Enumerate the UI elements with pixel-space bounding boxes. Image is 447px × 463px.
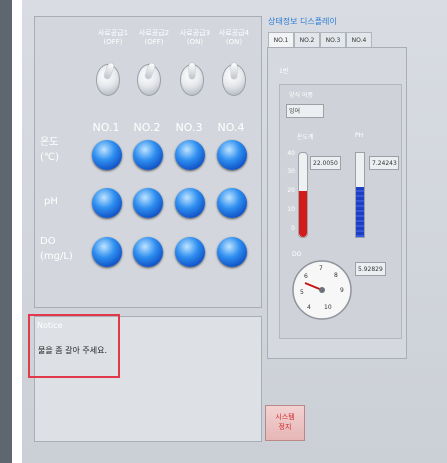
led-ph-3 [175, 188, 205, 218]
thermo-tick-0: 0 [291, 225, 295, 232]
supply-switch-1[interactable] [96, 62, 120, 96]
channel-label-2: NO.2 [133, 121, 161, 134]
system-stop-button[interactable]: 시스템 정지 [265, 405, 305, 441]
switch-lever-icon [231, 63, 237, 79]
do-label: DO [292, 251, 302, 258]
supply-label-3: 사료공급3 (ON) [179, 29, 211, 46]
supply-switch-4[interactable] [222, 63, 246, 96]
channel-label-4: NO.4 [217, 121, 245, 134]
dial-tick-9: 9 [340, 287, 344, 294]
switch-lever-icon [144, 62, 156, 80]
switch-lever-icon [103, 62, 115, 80]
supply-label-2: 사료공급2 (OFF) [138, 29, 170, 46]
led-temp-4 [217, 140, 247, 170]
tab-no2[interactable]: NO.2 [294, 32, 320, 48]
ph-gauge [355, 152, 365, 238]
ph-gauge-label: PH [355, 132, 364, 139]
ph-value: 7.24243 [369, 156, 399, 170]
supply-label-1: 사료공급1 (OFF) [97, 29, 129, 46]
led-do-1 [92, 237, 122, 267]
channel-label-1: NO.1 [92, 121, 120, 134]
led-temp-3 [175, 140, 205, 170]
thermo-tick-20: 20 [287, 187, 295, 194]
row-label-temp: 온도 (℃) [40, 137, 60, 163]
left-frame-edge [0, 0, 12, 463]
do-value: 5.92829 [355, 262, 386, 276]
dial-tick-5: 5 [300, 289, 304, 296]
frame-gap [12, 0, 22, 463]
switch-lever-icon [189, 63, 195, 79]
dial-tick-4: 4 [307, 304, 311, 311]
thermo-tick-30: 30 [287, 168, 295, 175]
row-label-ph: pH [44, 196, 58, 207]
temperature-value: 22.0050 [310, 156, 341, 170]
led-ph-4 [217, 188, 247, 218]
thermo-tick-10: 10 [287, 206, 295, 213]
channel-label-3: NO.3 [175, 121, 203, 134]
thermometer-level [299, 190, 307, 237]
thermo-tick-40: 40 [287, 150, 295, 157]
led-do-2 [133, 237, 163, 267]
tab-no4[interactable]: NO.4 [346, 32, 372, 48]
tab-no3[interactable]: NO.3 [320, 32, 346, 48]
supply-label-4: 사료공급4 (ON) [218, 29, 250, 46]
ph-level [356, 186, 364, 237]
notice-highlight-box [28, 314, 120, 378]
status-display-title: 상태정보 디스플레이 [268, 17, 337, 26]
led-do-3 [175, 237, 205, 267]
feed-species-label: 양식 어종 [289, 92, 313, 99]
led-temp-2 [133, 140, 163, 170]
feed-species-value: 잉어 [286, 104, 324, 118]
led-temp-1 [92, 140, 122, 170]
thermometer-label: 온도계 [297, 134, 314, 141]
supply-switch-2[interactable] [137, 62, 161, 96]
row-label-do: DO (mg/L) [40, 236, 73, 262]
led-ph-2 [133, 188, 163, 218]
led-do-4 [217, 237, 247, 267]
supply-switch-3[interactable] [180, 63, 204, 96]
do-dial-gauge: 4 5 6 7 8 9 10 [292, 260, 352, 320]
dial-hub [319, 287, 325, 293]
dial-tick-10: 10 [324, 304, 332, 311]
section-label: 1번 [279, 68, 289, 75]
system-stop-label: 시스템 정지 [275, 413, 295, 431]
dial-tick-7: 7 [319, 265, 323, 272]
dial-tick-6: 6 [304, 273, 308, 280]
dial-tick-8: 8 [334, 272, 338, 279]
led-ph-1 [92, 188, 122, 218]
tab-no1[interactable]: NO.1 [268, 32, 294, 48]
thermometer [298, 152, 308, 238]
